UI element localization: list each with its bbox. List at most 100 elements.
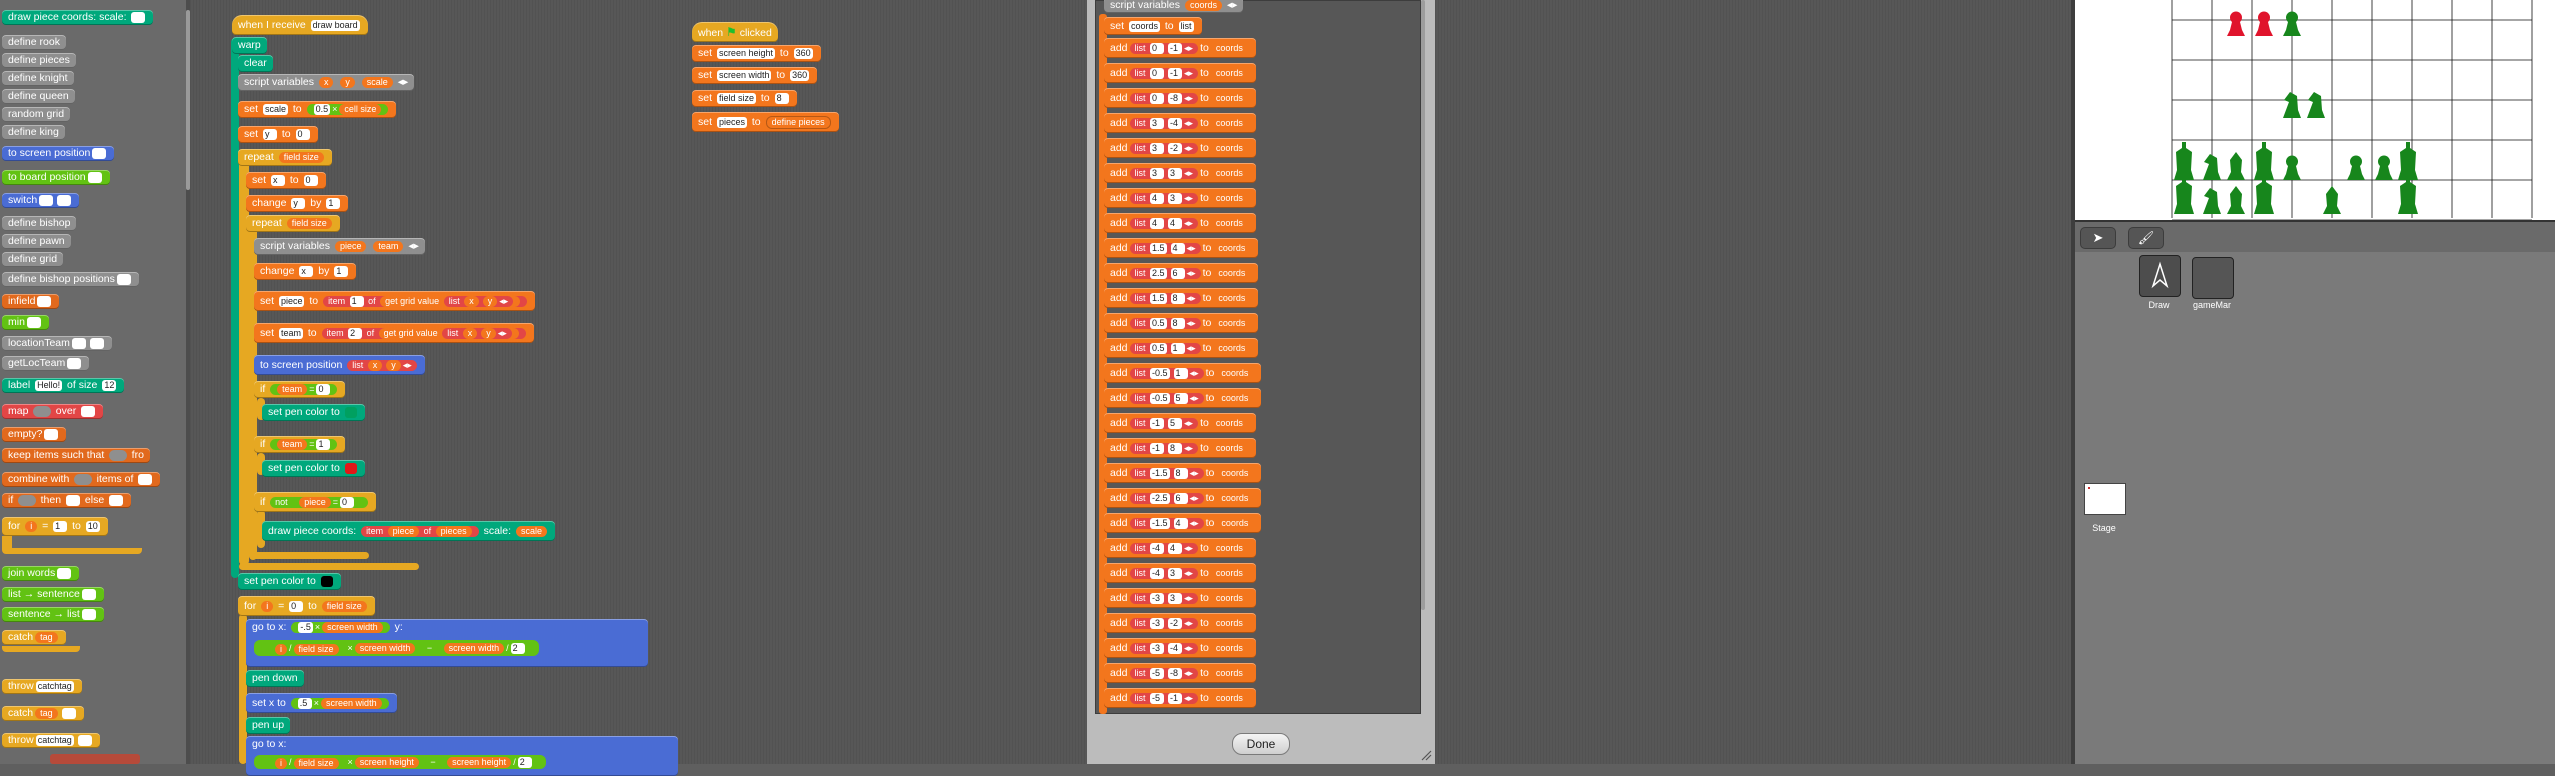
list-value-x[interactable]: -0.5 <box>1150 392 1170 404</box>
list-value-y[interactable]: -8 <box>1168 667 1183 679</box>
add-list-to-coords-block[interactable]: add list 3 -4 ◂▸ to coords <box>1104 113 1256 133</box>
num-slot[interactable]: 1 <box>316 438 331 450</box>
num-slot[interactable]: 0 <box>339 496 354 508</box>
palette-block-location-team[interactable]: locationTeam <box>2 336 112 351</box>
list-reporter[interactable]: list 0 -1 ◂▸ <box>1129 67 1199 79</box>
list-value-x[interactable]: 4 <box>1150 217 1165 229</box>
var-coords[interactable]: coords <box>1210 42 1248 54</box>
get-grid-value-reporter[interactable]: get grid value list x y ◂▸ <box>380 295 521 308</box>
list-reporter[interactable]: list 0 -1 ◂▸ <box>1129 42 1199 54</box>
sprite-gamemar[interactable] <box>2192 257 2234 299</box>
palette-slot[interactable] <box>77 734 92 746</box>
list-value-x[interactable]: 0 <box>1150 67 1165 79</box>
message-dropdown[interactable]: draw board <box>310 19 360 31</box>
list-value-y[interactable]: 3 <box>1168 567 1183 579</box>
var-field-size[interactable]: field size <box>278 151 324 163</box>
var-field-size[interactable]: field size <box>293 643 339 655</box>
arrows-icon[interactable]: ◂▸ <box>1184 43 1193 53</box>
add-list-to-coords-block[interactable]: add list -0.5 1 ◂▸ to coords <box>1104 363 1262 383</box>
var-coords[interactable]: coords <box>1216 392 1254 404</box>
palette-var[interactable]: tag <box>35 631 58 643</box>
arrows-icon[interactable]: ◂▸ <box>1187 293 1196 303</box>
num-slot[interactable]: 2 <box>348 327 363 339</box>
palette-slot[interactable] <box>89 337 104 349</box>
list-reporter[interactable]: list x y ◂▸ <box>443 295 514 308</box>
arrows-icon[interactable]: ◂▸ <box>1184 593 1193 603</box>
list-value-x[interactable]: -3 <box>1150 592 1165 604</box>
minus-reporter[interactable]: i / field size × screen width − screen width… <box>254 640 539 657</box>
list-reporter[interactable]: list 4 4 ◂▸ <box>1129 217 1199 229</box>
list-reporter[interactable]: list -5 -1 ◂▸ <box>1129 692 1199 704</box>
var-coords[interactable]: coords <box>1210 542 1248 554</box>
script-variables-block-2[interactable]: script variables piece team ◂▸ <box>254 238 425 255</box>
list-reporter[interactable]: list -4 4 ◂▸ <box>1129 542 1199 554</box>
add-list-to-coords-block[interactable]: add list -5 -1 ◂▸ to coords <box>1104 688 1256 708</box>
times-reporter[interactable]: 0.5 × cell size <box>306 103 389 115</box>
var-dropdown[interactable]: piece <box>278 295 305 307</box>
arrows-icon[interactable]: ◂▸ <box>1184 618 1193 628</box>
palette-block-map[interactable]: map over <box>2 404 104 419</box>
times-reporter[interactable]: -.5 × screen width <box>291 621 390 633</box>
var-screen-width[interactable]: screen width <box>354 643 416 655</box>
var-coords[interactable]: coords <box>1210 142 1248 154</box>
var-screen-height[interactable]: screen height <box>354 757 419 769</box>
divide-reporter[interactable]: screen width/2 <box>436 643 532 655</box>
list-reporter[interactable]: list 4 3 ◂▸ <box>1129 192 1199 204</box>
set-pen-color-red-block[interactable]: set pen color to <box>262 460 365 477</box>
list-reporter[interactable]: list 0.5 8 ◂▸ <box>1129 317 1201 329</box>
palette-block-to-board-position[interactable]: to board position <box>2 170 110 185</box>
var-x[interactable]: x <box>318 76 334 88</box>
var-coords[interactable]: coords <box>1213 242 1251 254</box>
palette-block-switch[interactable]: switch <box>2 193 80 208</box>
sprite-draw[interactable] <box>2139 255 2181 297</box>
add-list-to-coords-block[interactable]: add list -4 4 ◂▸ to coords <box>1104 538 1256 558</box>
arrows-icon[interactable]: ◂▸ <box>408 240 419 252</box>
var-coords[interactable]: coords <box>1213 292 1251 304</box>
list-reporter[interactable]: list -3 3 ◂▸ <box>1129 592 1199 604</box>
list-value-x[interactable]: 3 <box>1150 142 1165 154</box>
add-list-to-coords-block[interactable]: add list -0.5 5 ◂▸ to coords <box>1104 388 1262 408</box>
list-value-y[interactable]: 8 <box>1173 467 1188 479</box>
var-y[interactable]: y <box>386 359 401 371</box>
var-field-size[interactable]: field size <box>286 217 332 229</box>
add-list-to-coords-block[interactable]: add list -3 -2 ◂▸ to coords <box>1104 613 1256 633</box>
list-value-x[interactable]: 3 <box>1150 117 1165 129</box>
stage[interactable] <box>2075 0 2555 222</box>
num-slot[interactable]: 1 <box>326 197 341 209</box>
arrows-icon[interactable]: ◂▸ <box>1184 418 1193 428</box>
var-x[interactable]: x <box>462 328 478 340</box>
list-value-y[interactable]: 6 <box>1173 492 1188 504</box>
var-dropdown[interactable]: field size <box>716 92 756 104</box>
palette-var[interactable]: tag <box>35 707 58 719</box>
list-reporter[interactable]: list x y ◂▸ <box>442 327 512 340</box>
add-list-to-coords-block[interactable]: add list 0 -8 ◂▸ to coords <box>1104 88 1256 108</box>
divide-reporter[interactable]: screen height/2 <box>440 757 539 769</box>
dialog-script-variables[interactable]: script variables coords ◂▸ <box>1104 0 1244 13</box>
var-coords[interactable]: coords <box>1210 667 1248 679</box>
list-value-y[interactable]: 4 <box>1168 217 1183 229</box>
arrows-icon[interactable]: ◂▸ <box>1184 443 1193 453</box>
var-x[interactable]: x <box>464 296 479 308</box>
palette-block-empty[interactable]: empty? <box>2 427 67 442</box>
var-coords[interactable]: coords <box>1213 342 1251 354</box>
list-value-y[interactable]: 3 <box>1168 192 1183 204</box>
var-y[interactable]: y <box>481 328 496 340</box>
add-list-to-coords-block[interactable]: add list -1 8 ◂▸ to coords <box>1104 438 1256 458</box>
var-scale[interactable]: scale <box>361 76 393 88</box>
set-team-block[interactable]: set team to item 2 of get grid value lis… <box>254 323 534 343</box>
list-value-y[interactable]: 1 <box>1173 367 1188 379</box>
var-team[interactable]: team <box>373 240 404 252</box>
list-reporter[interactable]: list -1 5 ◂▸ <box>1129 417 1199 429</box>
palette-slot[interactable]: catchtag <box>35 734 74 746</box>
palette-block-throw[interactable]: throw catchtag <box>2 679 82 694</box>
palette-block-define-pieces[interactable]: define pieces <box>2 53 76 68</box>
arrows-icon[interactable]: ◂▸ <box>1184 568 1193 578</box>
list-reporter[interactable]: list -3 -2 ◂▸ <box>1129 617 1199 629</box>
palette-block-partial[interactable] <box>50 754 140 764</box>
set-x-block[interactable]: set x to 0 <box>246 172 326 189</box>
palette-block-label[interactable]: label Hello! of size 12 <box>2 378 125 393</box>
list-value-x[interactable]: 3 <box>1150 167 1165 179</box>
go-to-xy-block[interactable]: go to x: -.5 × screen width y: i / field siz… <box>246 619 648 667</box>
palette-ring-slot[interactable] <box>33 405 51 417</box>
list-value-y[interactable]: -4 <box>1168 117 1183 129</box>
